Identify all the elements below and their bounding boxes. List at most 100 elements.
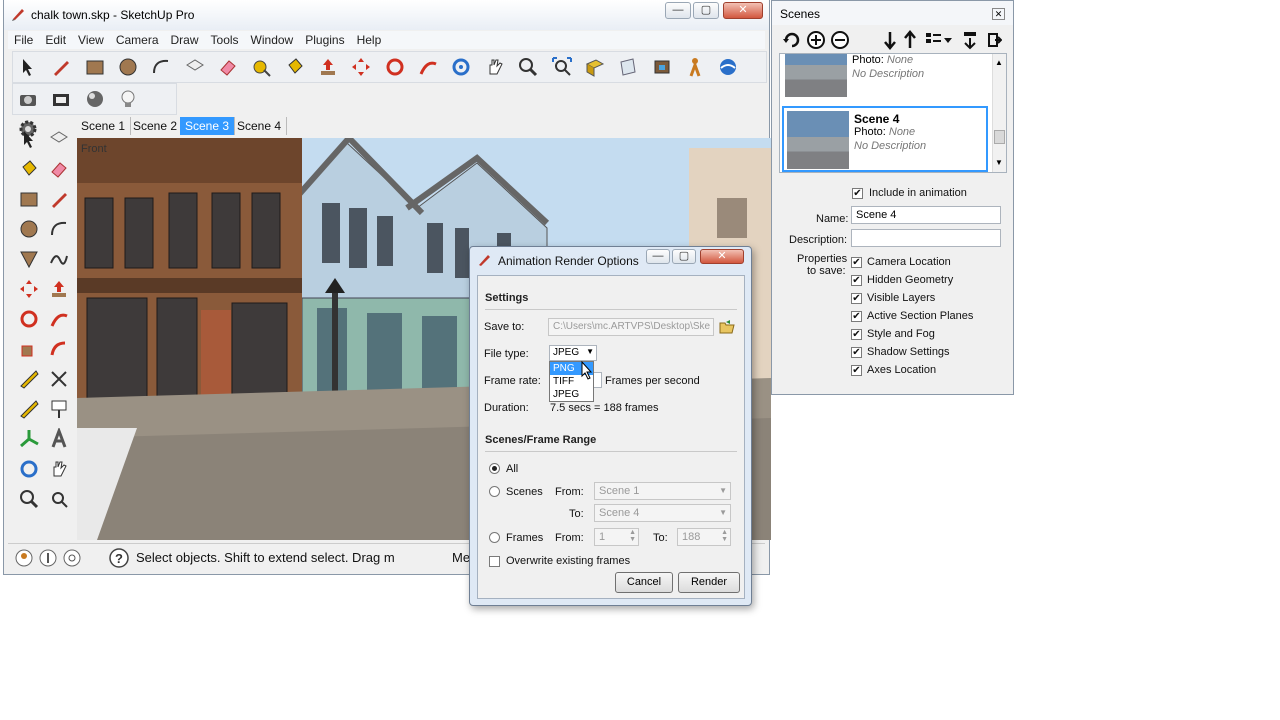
view-options-icon[interactable] — [924, 30, 954, 53]
scene-name-field[interactable]: Scene 4 — [851, 206, 1001, 224]
dialog-maximize-button[interactable]: ▢ — [672, 249, 696, 264]
menu-draw[interactable]: Draw — [165, 31, 205, 49]
shadow-settings-checkbox[interactable]: ✔ — [851, 347, 862, 358]
polygon-icon[interactable] — [16, 246, 42, 272]
scene-description-field[interactable] — [851, 229, 1001, 247]
menu-help[interactable]: Help — [351, 31, 388, 49]
frames-from-spin-icon[interactable]: ▲ ▼ — [629, 529, 636, 543]
menu-window[interactable]: Window — [245, 31, 300, 49]
scene-list-scrollbar[interactable]: ▲ ▼ — [992, 54, 1006, 172]
get-models-icon[interactable] — [715, 54, 741, 80]
remove-scene-icon[interactable] — [830, 30, 850, 53]
range-scenes-radio[interactable] — [489, 486, 500, 497]
file-type-select[interactable]: JPEG ▼ — [549, 345, 597, 361]
range-all-radio[interactable] — [489, 463, 500, 474]
circle-icon[interactable] — [16, 216, 42, 242]
menu-view[interactable]: View — [72, 31, 110, 49]
tab-scene-1[interactable]: Scene 1 — [76, 117, 132, 135]
make-component-icon[interactable] — [182, 54, 208, 80]
axes-icon[interactable] — [16, 426, 42, 452]
user-icon[interactable] — [62, 548, 82, 571]
camera-location-checkbox[interactable]: ✔ — [851, 257, 862, 268]
erase-icon[interactable] — [46, 156, 72, 182]
hand-icon[interactable] — [46, 456, 72, 482]
followme-icon[interactable] — [46, 306, 72, 332]
dialog-title-bar[interactable]: Animation Render Options — ▢ ✕ — [470, 247, 751, 273]
dialog-close-button[interactable]: ✕ — [700, 249, 744, 264]
minimize-button[interactable]: — — [665, 2, 691, 19]
scale-icon[interactable] — [16, 336, 42, 362]
dialog-minimize-button[interactable]: — — [646, 249, 670, 264]
add-scene-icon[interactable] — [806, 30, 826, 53]
save-to-path-field[interactable]: C:\Users\mc.ARTVPS\Desktop\Ske — [548, 318, 714, 336]
zoom-icon[interactable] — [16, 486, 42, 512]
scenes-from-select[interactable]: Scene 1 ▼ — [594, 482, 731, 500]
file-type-dropdown-arrow-icon[interactable]: ▼ — [586, 347, 594, 356]
paint-icon[interactable] — [16, 156, 42, 182]
scene-list-item[interactable]: Photo: None No Description — [782, 54, 988, 102]
components-icon[interactable] — [649, 54, 675, 80]
pan-tool-icon[interactable] — [482, 54, 508, 80]
protractor-icon[interactable] — [16, 396, 42, 422]
offset-icon[interactable] — [46, 336, 72, 362]
menu-camera[interactable]: Camera — [110, 31, 165, 49]
help-icon[interactable]: ? — [108, 547, 130, 572]
frames-to-spinner[interactable]: 188 ▲ ▼ — [677, 528, 731, 546]
menu-file[interactable]: File — [8, 31, 39, 49]
scene-details-toggle-icon[interactable] — [962, 30, 978, 53]
refresh-scene-icon[interactable] — [782, 30, 802, 53]
tab-scene-3[interactable]: Scene 3 — [180, 117, 236, 135]
geo-location-icon[interactable] — [14, 548, 34, 571]
select-tool-icon[interactable] — [15, 54, 41, 80]
follow-me-icon[interactable] — [415, 54, 441, 80]
menu-tools[interactable]: Tools — [205, 31, 245, 49]
tab-scene-2[interactable]: Scene 2 — [128, 117, 184, 135]
move-scene-down-icon[interactable] — [882, 30, 898, 53]
pencil-icon[interactable] — [46, 186, 72, 212]
visible-layers-checkbox[interactable]: ✔ — [851, 293, 862, 304]
maximize-button[interactable]: ▢ — [693, 2, 719, 19]
paint-bucket-icon[interactable] — [282, 54, 308, 80]
orbit-tool-icon[interactable] — [448, 54, 474, 80]
move-tool-icon[interactable] — [348, 54, 374, 80]
walk-tool-icon[interactable] — [682, 54, 708, 80]
browse-folder-icon[interactable] — [718, 318, 736, 339]
frames-from-spinner[interactable]: 1 ▲ ▼ — [594, 528, 639, 546]
freehand-icon[interactable] — [46, 246, 72, 272]
main-title-bar[interactable]: chalk town.skp - SketchUp Pro — ▢ ✕ — [4, 0, 769, 30]
circle-tool-icon[interactable] — [115, 54, 141, 80]
dimension-icon[interactable] — [46, 366, 72, 392]
select-arrow-icon[interactable] — [16, 126, 42, 152]
light-bulb-icon[interactable] — [115, 86, 141, 112]
film-icon[interactable] — [48, 86, 74, 112]
render-button[interactable]: Render — [678, 572, 740, 593]
axes-location-checkbox[interactable]: ✔ — [851, 365, 862, 376]
text-tool-icon[interactable] — [46, 396, 72, 422]
scroll-thumb[interactable] — [994, 130, 1005, 144]
tab-scene-4[interactable]: Scene 4 — [232, 117, 288, 135]
panel-menu-icon[interactable] — [986, 30, 1003, 53]
credits-icon[interactable] — [38, 548, 58, 571]
arc-icon[interactable] — [46, 216, 72, 242]
cancel-button[interactable]: Cancel — [615, 572, 673, 593]
component-box-icon[interactable] — [46, 126, 72, 152]
scene-list[interactable]: Photo: None No Description Scene 4 Photo… — [779, 53, 1007, 173]
zoom-extents-left-icon[interactable] — [46, 486, 72, 512]
style-and-fog-checkbox[interactable]: ✔ — [851, 329, 862, 340]
menu-plugins[interactable]: Plugins — [299, 31, 350, 49]
rotate-icon[interactable] — [16, 306, 42, 332]
rect-icon[interactable] — [16, 186, 42, 212]
move-icon[interactable] — [16, 276, 42, 302]
scenes-to-select[interactable]: Scene 4 ▼ — [594, 504, 731, 522]
frames-to-spin-icon[interactable]: ▲ ▼ — [721, 529, 728, 543]
arc-tool-icon[interactable] — [148, 54, 174, 80]
orbit-icon[interactable] — [16, 456, 42, 482]
move-scene-up-icon[interactable] — [902, 30, 918, 53]
menu-edit[interactable]: Edit — [39, 31, 72, 49]
3d-text-icon[interactable] — [46, 426, 72, 452]
file-type-option-jpeg[interactable]: JPEG — [550, 388, 593, 401]
eraser-tool-icon[interactable] — [215, 54, 241, 80]
sphere-icon[interactable] — [82, 86, 108, 112]
tape-measure-icon[interactable] — [248, 54, 274, 80]
push-pull-icon[interactable] — [315, 54, 341, 80]
